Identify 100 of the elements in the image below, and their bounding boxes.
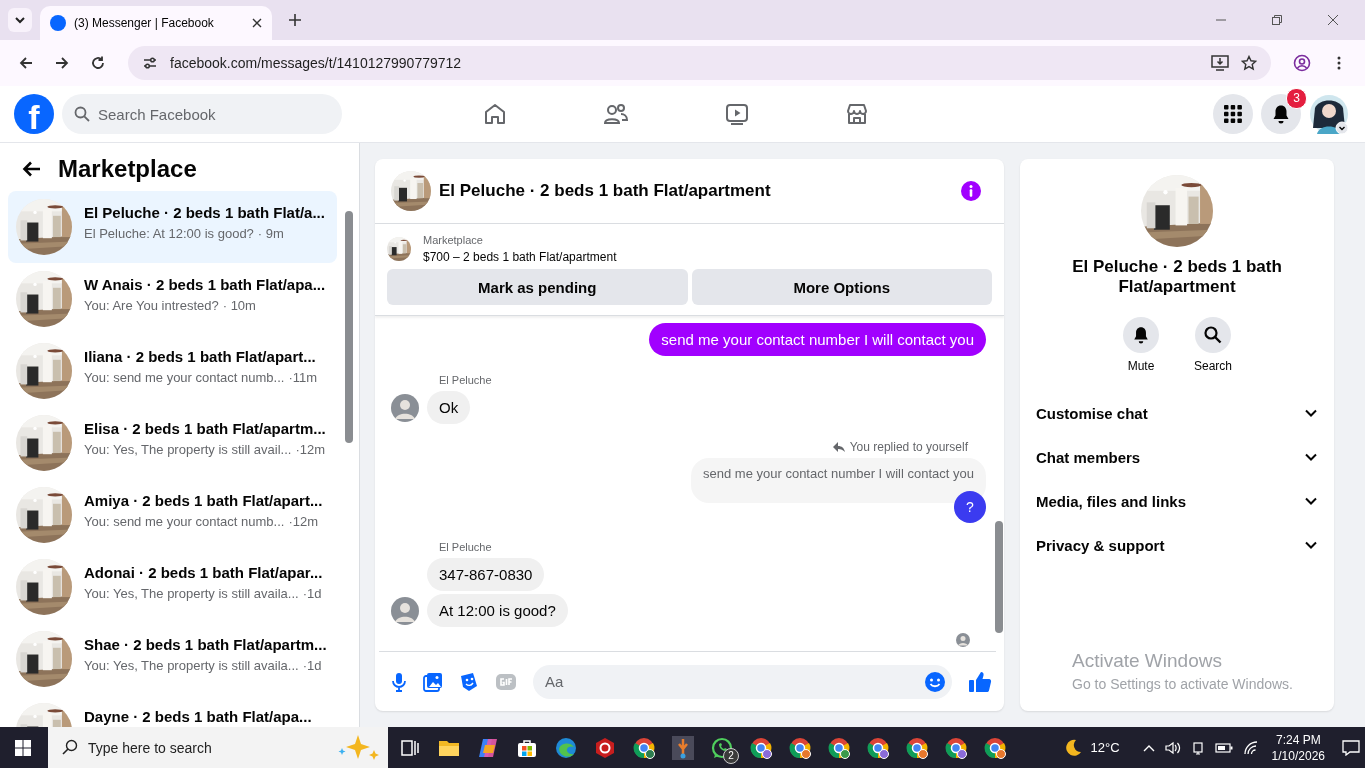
conversation-item[interactable]: W Anais · 2 beds 1 bath Flat/apa... You: Are You intrested? · 10m [8, 263, 337, 335]
search-icon [74, 106, 90, 122]
new-tab-icon[interactable] [288, 13, 302, 27]
message-preview: You: Yes, The property is still availa... [84, 586, 299, 601]
tab-search-button[interactable] [8, 8, 32, 32]
message-preview: You: send me your contact numb... [84, 370, 285, 385]
tab-title: (3) Messenger | Facebook [74, 16, 215, 30]
profile-icon[interactable] [1293, 54, 1311, 72]
sent-message: send me your contact number I will contact you [649, 323, 986, 356]
conversation-item[interactable]: El Peluche · 2 beds 1 bath Flat/a... El Peluche: At 12:00 is good? · 9m [8, 191, 337, 263]
microphone-icon[interactable] [391, 671, 407, 692]
chat-title: El Peluche · 2 beds 1 bath Flat/apartment [439, 181, 771, 201]
wifi-icon[interactable] [1242, 740, 1259, 755]
close-icon[interactable] [252, 18, 262, 28]
timestamp: · 9m [257, 226, 284, 241]
conversation-item[interactable]: Adonai · 2 beds 1 bath Flat/apar... You: Yes, The property is still availa... ·1d [8, 551, 337, 623]
sticker-icon[interactable] [459, 671, 479, 692]
chrome-profile-icon[interactable] [944, 736, 967, 759]
speaker-icon[interactable] [1164, 740, 1181, 755]
address-bar[interactable]: facebook.com/messages/t/1410127990779712 [128, 46, 1271, 80]
timestamp: ·12m [295, 442, 326, 457]
facebook-logo[interactable]: f [14, 94, 54, 134]
whatsapp-icon[interactable] [710, 736, 733, 759]
message-preview: You: Yes, The property is still avail... [84, 442, 292, 457]
windows-start-icon[interactable] [15, 739, 31, 756]
forward-arrow-icon[interactable] [54, 55, 70, 71]
account-avatar[interactable] [1309, 94, 1349, 134]
browser-tab[interactable]: (3) Messenger | Facebook [40, 6, 272, 40]
home-icon[interactable] [483, 102, 507, 126]
chrome-profile-icon[interactable] [905, 736, 928, 759]
conversation-title: Dayne · 2 beds 1 bath Flat/apa... [84, 708, 312, 725]
action-label: Search [1194, 359, 1232, 373]
app-icon[interactable] [671, 735, 694, 760]
emoji-icon[interactable] [924, 670, 946, 693]
temperature: 12°C [1090, 740, 1120, 755]
bell-icon [1132, 326, 1150, 344]
listing-action-button[interactable]: More Options [691, 269, 992, 305]
section-header[interactable]: Privacy & support [1036, 523, 1318, 567]
section-header[interactable]: Chat members [1036, 435, 1318, 479]
received-message: Ok [427, 391, 471, 424]
conversation-title: Elisa · 2 beds 1 bath Flat/apartm... [84, 420, 326, 437]
chrome-profile-icon[interactable] [983, 736, 1006, 759]
device-icon[interactable] [1190, 740, 1205, 755]
store-icon[interactable] [516, 737, 537, 758]
chrome-profile-icon[interactable] [632, 736, 655, 759]
search-field[interactable]: Search Facebook [62, 94, 342, 134]
notification-center-icon[interactable] [1342, 739, 1360, 756]
browser-icon[interactable] [554, 736, 577, 759]
conversation-item[interactable]: Iliana · 2 beds 1 bath Flat/apart... You: send me your contact numb... ·11m [8, 335, 337, 407]
listing-label: Marketplace [423, 234, 484, 246]
back-arrow-icon[interactable] [22, 159, 42, 179]
quoted-message: send me your contact number I will contact you [691, 458, 986, 503]
sender-name: El Peluche [439, 541, 493, 553]
url-text: facebook.com/messages/t/1410127990779712 [170, 55, 462, 71]
avatar [391, 596, 419, 625]
app-icon[interactable] [593, 736, 616, 759]
notification-badge: 2 [723, 748, 739, 764]
message-input[interactable]: Aa [533, 664, 952, 699]
mute-button[interactable] [1123, 317, 1159, 353]
star-icon[interactable] [1241, 55, 1257, 71]
message-preview: You: Are You intrested? [84, 298, 219, 313]
notification-badge: 3 [1286, 88, 1307, 109]
search-button[interactable] [1195, 317, 1231, 353]
notifications-button[interactable] [1261, 94, 1301, 134]
chrome-profile-icon[interactable] [866, 736, 889, 759]
chrome-profile-icon[interactable] [827, 736, 850, 759]
battery-icon[interactable] [1214, 741, 1233, 754]
conversation-item[interactable]: Amiya · 2 beds 1 bath Flat/apart... You: send me your contact numb... ·12m [8, 479, 337, 551]
site-settings-icon[interactable] [142, 55, 158, 71]
listing-detail: $700 – 2 beds 1 bath Flat/apartment [423, 250, 617, 264]
clock[interactable]: 7:24 PM 1/10/2026 [1271, 732, 1325, 763]
menu-button[interactable] [1213, 94, 1253, 134]
marketplace-icon[interactable] [845, 102, 869, 126]
chrome-profile-icon[interactable] [749, 736, 772, 759]
section-header[interactable]: Customise chat [1036, 391, 1318, 435]
conversation-item[interactable]: Elisa · 2 beds 1 bath Flat/apartm... You: Yes, The property is still avail... ·12m [8, 407, 337, 479]
chrome-profile-icon[interactable] [788, 736, 811, 759]
section-header[interactable]: Media, files and links [1036, 479, 1318, 523]
message-preview: You: send me your contact numb... [84, 514, 285, 529]
sender-name: El Peluche [439, 374, 493, 386]
taskbar-search-field[interactable]: Type here to search [48, 727, 388, 768]
task-view-icon[interactable] [399, 737, 420, 758]
conversation-item[interactable]: Shae · 2 beds 1 bath Flat/apartm... You: Yes, The property is still availa... ·1d [8, 623, 337, 695]
copilot-icon[interactable] [476, 736, 499, 759]
reload-icon[interactable] [90, 55, 106, 71]
conversation-title: El Peluche · 2 beds 1 bath Flat/a... [84, 204, 325, 221]
close-icon[interactable] [1327, 14, 1339, 26]
friends-icon[interactable] [603, 102, 629, 126]
install-app-icon[interactable] [1211, 55, 1229, 71]
photo-icon[interactable] [423, 671, 443, 692]
back-arrow-icon[interactable] [18, 55, 34, 71]
timestamp: ·11m [288, 370, 318, 385]
info-icon[interactable] [960, 180, 982, 202]
video-icon[interactable] [725, 102, 749, 126]
thumbs-up-icon[interactable] [968, 670, 992, 693]
listing-action-button[interactable]: Mark as pending [387, 269, 688, 305]
restore-icon[interactable] [1271, 14, 1283, 26]
conversation-title: Shae · 2 beds 1 bath Flat/apartm... [84, 636, 327, 653]
clock-date: 1/10/2026 [1271, 748, 1325, 763]
activation-subtitle: Go to Settings to activate Windows. [1072, 676, 1293, 692]
